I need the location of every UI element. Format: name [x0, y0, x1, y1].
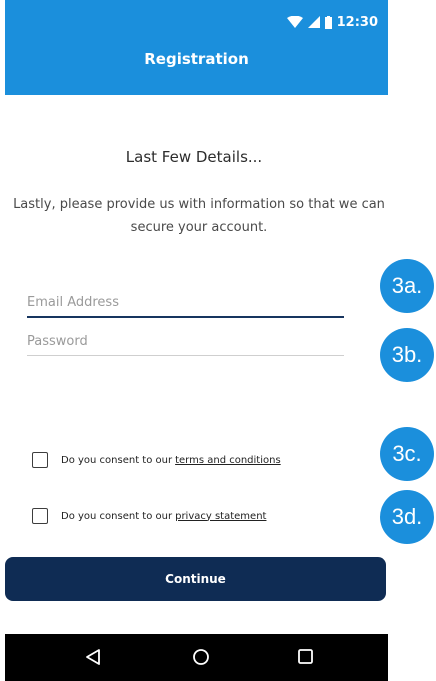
- section-description: Lastly, please provide us with informati…: [13, 197, 385, 235]
- app-header: 12:30 Registration: [5, 0, 388, 95]
- password-input[interactable]: [27, 334, 344, 355]
- back-icon[interactable]: [85, 648, 101, 666]
- signal-icon: [307, 16, 320, 28]
- privacy-consent-row: Do you consent to our privacy statement: [32, 508, 266, 524]
- terms-link[interactable]: terms and conditions: [175, 455, 281, 466]
- password-field: [27, 330, 344, 356]
- battery-icon: [324, 15, 332, 29]
- privacy-prefix-text: Do you consent to our: [61, 510, 173, 522]
- status-bar: 12:30: [286, 13, 378, 31]
- annotation-badge-3b: 3b.: [380, 328, 434, 382]
- status-time: 12:30: [336, 14, 378, 30]
- continue-button[interactable]: Continue: [5, 557, 386, 601]
- terms-checkbox[interactable]: [32, 452, 48, 468]
- home-icon[interactable]: [192, 648, 210, 666]
- recents-icon[interactable]: [297, 648, 314, 665]
- phone-screen: 12:30 Registration Last Few Details... L…: [0, 0, 388, 681]
- privacy-link[interactable]: privacy statement: [175, 511, 266, 522]
- annotation-badge-3a: 3a.: [380, 259, 434, 313]
- system-navbar: [5, 634, 388, 681]
- email-input[interactable]: [27, 295, 344, 316]
- page-title: Registration: [144, 50, 249, 68]
- wifi-icon: [286, 16, 303, 28]
- annotation-badge-3d: 3d.: [380, 490, 434, 544]
- section-subtitle: Last Few Details...: [125, 148, 263, 166]
- email-field: [27, 291, 344, 318]
- privacy-checkbox[interactable]: [32, 508, 48, 524]
- annotation-badge-3c: 3c.: [380, 427, 434, 481]
- terms-prefix-text: Do you consent to our: [61, 454, 173, 466]
- terms-consent-row: Do you consent to our terms and conditio…: [32, 452, 281, 468]
